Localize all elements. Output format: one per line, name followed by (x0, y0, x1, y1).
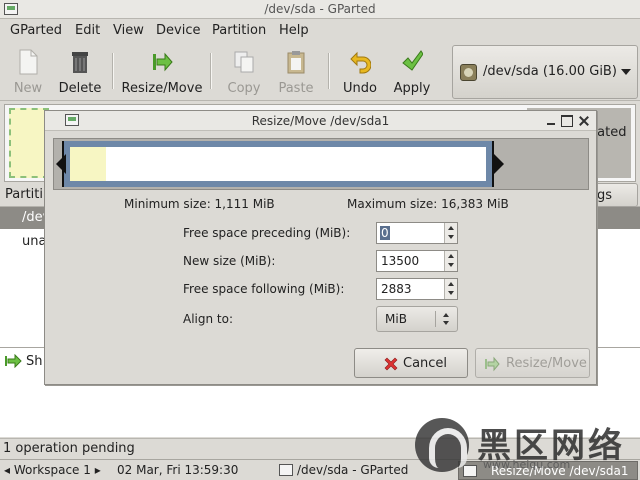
new-label: New (13, 81, 43, 96)
copy-button[interactable]: Copy (220, 47, 268, 97)
dropdown-arrow-icon (621, 69, 631, 75)
spin-arrows-icon[interactable] (444, 279, 457, 299)
close-icon[interactable] (578, 115, 590, 127)
watermark-url: www.heiqu.com (483, 458, 571, 471)
device-selector[interactable]: /dev/sda (16.00 GiB) (452, 45, 638, 99)
trash-icon (72, 52, 88, 73)
menu-help[interactable]: Help (279, 23, 309, 38)
free-space-following-input[interactable]: 2883 (376, 278, 458, 300)
checkmark-icon (402, 50, 423, 71)
workspace-switcher[interactable]: ◂ Workspace 1 ▸ (4, 463, 101, 477)
menu-device[interactable]: Device (156, 23, 200, 38)
align-to-label: Align to: (183, 312, 234, 326)
undo-button[interactable]: Undo (336, 47, 384, 97)
copy-icon (234, 51, 254, 73)
disk-map-partition-sda1[interactable] (9, 108, 49, 178)
pending-operation-item[interactable]: Sh (26, 354, 43, 369)
apply-button[interactable]: Apply (388, 47, 436, 97)
partition-resize-area[interactable] (70, 147, 486, 181)
delete-button[interactable]: Delete (56, 47, 104, 97)
menubar: GParted Edit View Device Partition Help (0, 19, 640, 43)
partition-name: una (22, 234, 47, 249)
paste-button[interactable]: Paste (272, 47, 320, 97)
watermark-logo: 黑区网络 www.heiqu.com (415, 418, 635, 474)
minimum-size-label: Minimum size: 1,111 MiB (124, 197, 275, 211)
combo-separator (435, 311, 436, 327)
workspace-label: Workspace 1 (13, 463, 91, 477)
free-space-preceding-label: Free space preceding (MiB): (183, 226, 351, 240)
apply-label: Apply (393, 81, 431, 96)
main-titlebar: /dev/sda - GParted (0, 0, 640, 19)
free-space-preceding-value: 0 (380, 226, 390, 240)
cancel-label: Cancel (403, 356, 448, 371)
resize-arrow-icon (153, 52, 173, 72)
spin-arrows-icon[interactable] (444, 251, 457, 271)
copy-label: Copy (227, 81, 261, 96)
paste-label: Paste (278, 81, 314, 96)
resize-move-dialog: Resize/Move /dev/sda1 Minimum size: 1,11… (44, 110, 597, 385)
new-size-value: 13500 (381, 254, 420, 268)
gparted-window-icon (279, 464, 293, 476)
new-document-icon (19, 49, 38, 75)
menu-view[interactable]: View (113, 23, 144, 38)
new-size-input[interactable]: 13500 (376, 250, 458, 272)
new-button[interactable]: New (4, 47, 52, 97)
toolbar-separator (328, 53, 330, 89)
column-header-partition[interactable]: Partiti (5, 187, 43, 202)
cancel-button[interactable]: Cancel (354, 348, 468, 378)
toolbar-separator (210, 53, 212, 89)
resize-handle-right-arrow-icon[interactable] (494, 154, 504, 174)
delete-label: Delete (58, 81, 102, 96)
clock: 02 Mar, Fri 13:59:30 (117, 463, 239, 477)
resize-move-confirm-label: Resize/Move (506, 356, 587, 371)
free-space-following-label: Free space following (MiB): (183, 282, 345, 296)
resize-arrow-icon (485, 356, 500, 372)
maximum-size-label: Maximum size: 16,383 MiB (347, 197, 509, 211)
new-size-label: New size (MiB): (183, 254, 276, 268)
dialog-title: Resize/Move /dev/sda1 (251, 114, 390, 128)
resize-arrow-icon (5, 354, 22, 368)
harddisk-icon (460, 64, 477, 81)
resize-handle-left-arrow-icon[interactable] (56, 154, 66, 174)
partition-resizer[interactable] (53, 138, 589, 190)
resize-move-confirm-button[interactable]: Resize/Move (475, 348, 590, 378)
cancel-x-icon (384, 357, 398, 371)
free-space-following-value: 2883 (381, 282, 412, 296)
free-space-preceding-input[interactable]: 0 (376, 222, 458, 244)
paste-icon (287, 51, 305, 74)
menu-partition[interactable]: Partition (212, 23, 266, 38)
resize-move-label: Resize/Move (121, 81, 203, 96)
menu-gparted[interactable]: GParted (10, 23, 62, 38)
maximize-icon[interactable] (561, 115, 573, 127)
status-text: 1 operation pending (3, 441, 135, 456)
taskbar-item-label: /dev/sda - GParted (297, 463, 409, 477)
align-to-value: MiB (385, 312, 407, 326)
undo-label: Undo (343, 81, 377, 96)
window-title: /dev/sda - GParted (264, 2, 376, 16)
align-to-select[interactable]: MiB (376, 306, 458, 332)
partition-used-space (70, 147, 106, 181)
undo-icon (350, 51, 371, 74)
resize-move-button[interactable]: Resize/Move (120, 47, 204, 97)
toolbar-separator (112, 53, 114, 89)
watermark-emblem-icon (415, 418, 469, 472)
dialog-titlebar: Resize/Move /dev/sda1 (45, 111, 596, 131)
device-selector-value: /dev/sda (16.00 GiB) (483, 64, 617, 79)
spin-arrows-icon[interactable] (444, 223, 457, 243)
minimize-icon[interactable] (545, 115, 557, 127)
menu-edit[interactable]: Edit (75, 23, 100, 38)
